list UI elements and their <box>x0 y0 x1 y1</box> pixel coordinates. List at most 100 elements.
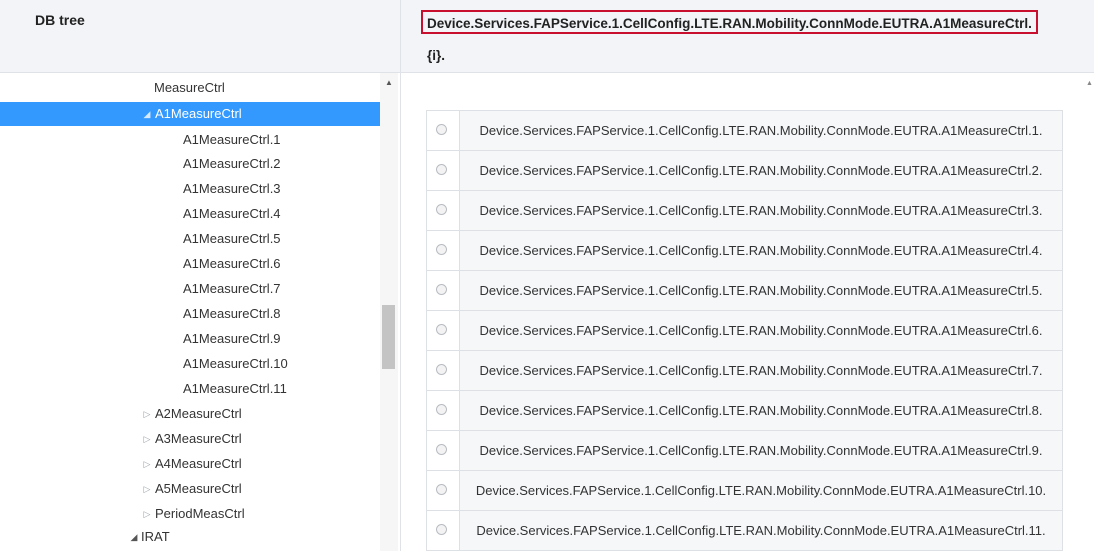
tree-item-label: MeasureCtrl <box>154 80 225 95</box>
instance-row[interactable]: Device.Services.FAPService.1.CellConfig.… <box>426 271 1063 311</box>
tree-item-label: A1MeasureCtrl.4 <box>183 206 281 221</box>
radio-cell <box>427 271 460 310</box>
tree-item-label: A1MeasureCtrl.3 <box>183 181 281 196</box>
instance-radio[interactable] <box>436 404 447 415</box>
radio-cell <box>427 151 460 190</box>
instance-row[interactable]: Device.Services.FAPService.1.CellConfig.… <box>426 431 1063 471</box>
tree-item-a1measurectrl-11[interactable]: A1MeasureCtrl.11 <box>0 377 380 401</box>
instance-radio[interactable] <box>436 164 447 175</box>
tree-item-label: A1MeasureCtrl.7 <box>183 281 281 296</box>
radio-cell <box>427 431 460 470</box>
object-path-suffix: {i}. <box>427 48 446 63</box>
instance-row[interactable]: Device.Services.FAPService.1.CellConfig.… <box>426 511 1063 551</box>
path-header: Device.Services.FAPService.1.CellConfig.… <box>401 0 1094 73</box>
instance-row[interactable]: Device.Services.FAPService.1.CellConfig.… <box>426 111 1063 151</box>
collapse-arrow-icon[interactable]: ◢ <box>128 525 140 549</box>
db-tree: MeasureCtrl ◢ A1MeasureCtrl A1MeasureCtr… <box>0 73 380 551</box>
tree-item-label: A4MeasureCtrl <box>155 456 242 471</box>
tree-item-a1measurectrl-7[interactable]: A1MeasureCtrl.7 <box>0 277 380 301</box>
tree-item-label: A1MeasureCtrl.9 <box>183 331 281 346</box>
tree-item-irat[interactable]: ◢ IRAT <box>0 525 380 549</box>
instance-radio[interactable] <box>436 284 447 295</box>
tree-item-measurectrl[interactable]: MeasureCtrl <box>0 76 380 100</box>
tree-item-a5measurectrl[interactable]: ▷ A5MeasureCtrl <box>0 477 380 501</box>
tree-item-a1measurectrl-4[interactable]: A1MeasureCtrl.4 <box>0 202 380 226</box>
tree-item-a1measurectrl-8[interactable]: A1MeasureCtrl.8 <box>0 302 380 326</box>
tree-item-label: A1MeasureCtrl.5 <box>183 231 281 246</box>
instance-radio[interactable] <box>436 204 447 215</box>
instance-radio[interactable] <box>436 324 447 335</box>
instance-list: Device.Services.FAPService.1.CellConfig.… <box>426 110 1063 551</box>
instance-label: Device.Services.FAPService.1.CellConfig.… <box>460 191 1062 230</box>
instance-radio[interactable] <box>436 524 447 535</box>
instance-label: Device.Services.FAPService.1.CellConfig.… <box>460 271 1062 310</box>
panel-divider <box>400 0 401 551</box>
instance-radio[interactable] <box>436 484 447 495</box>
tree-scrollbar[interactable]: ▲ <box>380 73 398 551</box>
instance-row[interactable]: Device.Services.FAPService.1.CellConfig.… <box>426 391 1063 431</box>
instance-label: Device.Services.FAPService.1.CellConfig.… <box>460 431 1062 470</box>
instance-radio[interactable] <box>436 244 447 255</box>
tree-item-label: A3MeasureCtrl <box>155 431 242 446</box>
radio-cell <box>427 471 460 510</box>
scroll-up-arrow-icon[interactable]: ▲ <box>380 77 398 89</box>
instance-row[interactable]: Device.Services.FAPService.1.CellConfig.… <box>426 191 1063 231</box>
instance-row[interactable]: Device.Services.FAPService.1.CellConfig.… <box>426 151 1063 191</box>
instance-radio[interactable] <box>436 124 447 135</box>
instance-label: Device.Services.FAPService.1.CellConfig.… <box>460 151 1062 190</box>
tree-item-label: A1MeasureCtrl.1 <box>183 132 281 147</box>
tree-item-periodmeasctrl[interactable]: ▷ PeriodMeasCtrl <box>0 502 380 526</box>
instance-row[interactable]: Device.Services.FAPService.1.CellConfig.… <box>426 231 1063 271</box>
tree-item-label: A1MeasureCtrl.2 <box>183 156 281 171</box>
expand-arrow-icon[interactable]: ▷ <box>141 502 153 526</box>
instance-label: Device.Services.FAPService.1.CellConfig.… <box>460 471 1062 510</box>
expand-arrow-icon[interactable]: ▷ <box>141 452 153 476</box>
tree-item-label: IRAT <box>141 529 170 544</box>
tree-item-a3measurectrl[interactable]: ▷ A3MeasureCtrl <box>0 427 380 451</box>
tree-item-a1measurectrl-3[interactable]: A1MeasureCtrl.3 <box>0 177 380 201</box>
instance-label: Device.Services.FAPService.1.CellConfig.… <box>460 391 1062 430</box>
tree-item-label: PeriodMeasCtrl <box>155 506 245 521</box>
instance-label: Device.Services.FAPService.1.CellConfig.… <box>460 311 1062 350</box>
tree-item-a1measurectrl-1[interactable]: A1MeasureCtrl.1 <box>0 128 380 152</box>
object-path: Device.Services.FAPService.1.CellConfig.… <box>421 10 1038 34</box>
expand-arrow-icon[interactable]: ▷ <box>141 477 153 501</box>
tree-item-a1measurectrl-5[interactable]: A1MeasureCtrl.5 <box>0 227 380 251</box>
tree-item-a1measurectrl-10[interactable]: A1MeasureCtrl.10 <box>0 352 380 376</box>
radio-cell <box>427 311 460 350</box>
instance-label: Device.Services.FAPService.1.CellConfig.… <box>460 351 1062 390</box>
instance-label: Device.Services.FAPService.1.CellConfig.… <box>460 111 1062 150</box>
expand-arrow-icon[interactable]: ▷ <box>141 402 153 426</box>
collapse-arrow-icon[interactable]: ◢ <box>141 102 153 126</box>
instance-row[interactable]: Device.Services.FAPService.1.CellConfig.… <box>426 311 1063 351</box>
tree-item-label: A1MeasureCtrl.11 <box>183 381 287 396</box>
tree-item-label: A1MeasureCtrl.6 <box>183 256 281 271</box>
tree-item-a1measurectrl[interactable]: ◢ A1MeasureCtrl <box>0 102 380 126</box>
radio-cell <box>427 511 460 550</box>
radio-cell <box>427 111 460 150</box>
tree-item-a1measurectrl-2[interactable]: A1MeasureCtrl.2 <box>0 152 380 176</box>
expand-arrow-icon[interactable]: ▷ <box>141 427 153 451</box>
scroll-up-arrow-icon[interactable]: ▲ <box>1086 80 1093 87</box>
instance-label: Device.Services.FAPService.1.CellConfig.… <box>460 231 1062 270</box>
radio-cell <box>427 191 460 230</box>
tree-item-label: A1MeasureCtrl.8 <box>183 306 281 321</box>
tree-item-a1measurectrl-9[interactable]: A1MeasureCtrl.9 <box>0 327 380 351</box>
db-tree-header: DB tree <box>0 0 400 73</box>
db-tree-title: DB tree <box>35 12 85 28</box>
radio-cell <box>427 351 460 390</box>
instance-radio[interactable] <box>436 364 447 375</box>
scrollbar-thumb[interactable] <box>382 305 395 369</box>
instance-row[interactable]: Device.Services.FAPService.1.CellConfig.… <box>426 351 1063 391</box>
tree-item-a4measurectrl[interactable]: ▷ A4MeasureCtrl <box>0 452 380 476</box>
tree-item-a1measurectrl-6[interactable]: A1MeasureCtrl.6 <box>0 252 380 276</box>
tree-item-label: A5MeasureCtrl <box>155 481 242 496</box>
radio-cell <box>427 231 460 270</box>
tree-item-a2measurectrl[interactable]: ▷ A2MeasureCtrl <box>0 402 380 426</box>
tree-item-label: A1MeasureCtrl.10 <box>183 356 288 371</box>
instance-row[interactable]: Device.Services.FAPService.1.CellConfig.… <box>426 471 1063 511</box>
instance-radio[interactable] <box>436 444 447 455</box>
radio-cell <box>427 391 460 430</box>
tree-item-label: A2MeasureCtrl <box>155 406 242 421</box>
tree-item-label: A1MeasureCtrl <box>155 106 242 121</box>
